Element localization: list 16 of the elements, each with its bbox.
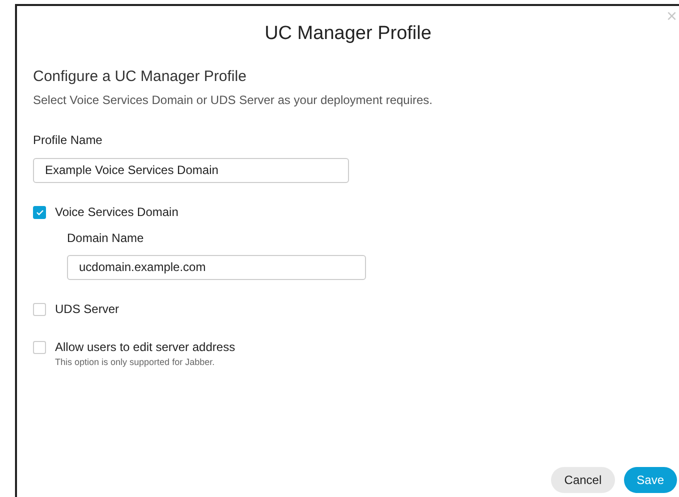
checkbox[interactable]	[33, 302, 46, 316]
dialog-title: UC Manager Profile	[264, 22, 432, 46]
checkbox-label: Allow users to edit server address	[55, 339, 236, 356]
hint-text: This option is only supported for Jabber.	[55, 356, 216, 369]
cancel-button[interactable]: Cancel	[551, 467, 615, 493]
checkbox[interactable]	[33, 206, 46, 218]
field-label: Profile Name	[33, 132, 104, 149]
profile-name-field[interactable]: Example Voice Services Domain	[33, 158, 349, 183]
field-label: Domain Name	[67, 230, 145, 247]
checkbox-label: Voice Services Domain	[55, 204, 178, 221]
check-icon	[36, 208, 44, 216]
domain-name-field[interactable]: ucdomain.example.com	[67, 255, 366, 280]
checkbox[interactable]	[33, 340, 46, 354]
section-heading: Configure a UC Manager Profile	[33, 66, 248, 86]
description-text: Select Voice Services Domain or UDS Server as your deployment requires.	[33, 92, 434, 109]
checkbox-label: UDS Server	[55, 301, 120, 318]
